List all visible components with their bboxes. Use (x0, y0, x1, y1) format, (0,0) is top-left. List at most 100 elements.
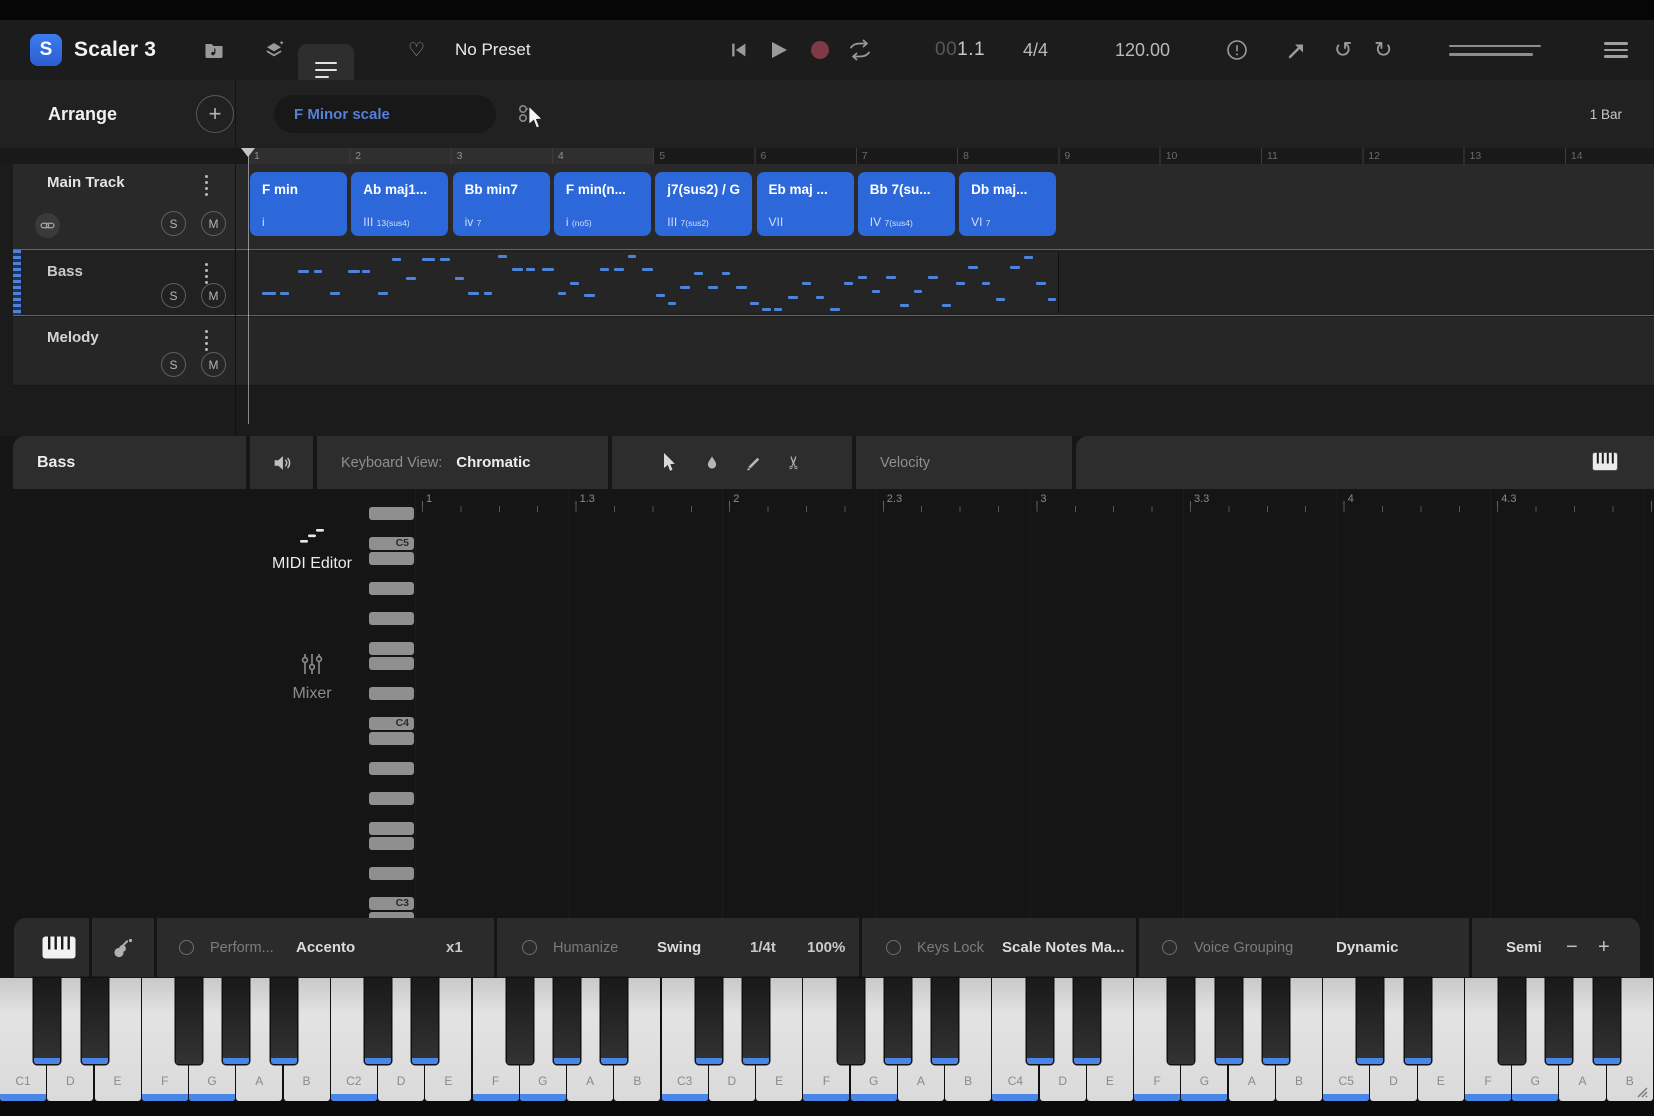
voice-grouping-toggle[interactable] (1162, 918, 1177, 977)
keys-lock-toggle[interactable] (886, 918, 901, 977)
share-button[interactable] (1287, 20, 1307, 80)
roll-white-key[interactable] (369, 821, 414, 836)
roll-black-key[interactable] (369, 626, 414, 641)
black-key[interactable] (365, 978, 391, 1064)
playback-position[interactable]: 001.1 (935, 20, 985, 80)
info-button[interactable] (1226, 20, 1248, 80)
roll-black-key[interactable] (369, 806, 414, 821)
midi-editor-grid[interactable] (415, 489, 1654, 918)
eraser-tool-icon[interactable] (703, 453, 721, 473)
black-key[interactable] (223, 978, 249, 1064)
roll-black-key[interactable] (369, 521, 414, 536)
track-menu-button[interactable] (205, 263, 208, 284)
black-key[interactable] (1594, 978, 1620, 1064)
roll-white-key[interactable] (369, 686, 414, 701)
mute-button[interactable]: M (201, 283, 226, 308)
black-key[interactable] (1357, 978, 1383, 1064)
bar-length-selector[interactable]: 1 Bar (1590, 80, 1622, 148)
scissors-tool-icon[interactable]: ✂ (785, 455, 806, 470)
playhead-marker[interactable] (241, 148, 255, 157)
keyboard-view-selector[interactable]: Keyboard View: Chromatic (317, 436, 608, 489)
perform-toggle[interactable] (179, 918, 194, 977)
keyboard-toggle-button[interactable] (1592, 452, 1618, 471)
roll-white-key[interactable] (369, 641, 414, 656)
roll-white-key[interactable] (369, 656, 414, 671)
roll-white-key[interactable] (369, 911, 414, 918)
chord-block[interactable]: Eb maj ...VII (757, 172, 854, 236)
loop-button[interactable] (847, 20, 873, 80)
chord-block[interactable]: Bb min7iv 7 (453, 172, 550, 236)
roll-black-key[interactable] (369, 701, 414, 716)
black-key[interactable] (176, 978, 202, 1064)
pencil-tool-icon[interactable] (745, 453, 763, 473)
black-key[interactable] (885, 978, 911, 1064)
tempo-display[interactable]: 120.00 (1115, 20, 1170, 80)
semi-decrease-button[interactable]: − (1566, 918, 1578, 977)
humanize-rate[interactable]: 1/4t (750, 918, 776, 977)
chord-block[interactable]: F min(n...i (no5) (554, 172, 651, 236)
humanize-toggle[interactable] (522, 918, 537, 977)
black-key[interactable] (271, 978, 297, 1064)
redo-button[interactable]: ↻ (1374, 20, 1392, 80)
velocity-section[interactable]: Velocity (856, 436, 1072, 489)
roll-white-key[interactable]: C4 (369, 716, 414, 731)
undo-button[interactable]: ↺ (1334, 20, 1352, 80)
roll-white-key[interactable] (369, 611, 414, 626)
roll-white-key[interactable]: C3 (369, 896, 414, 911)
skip-back-button[interactable] (729, 20, 749, 80)
sidebar-item-mixer[interactable]: Mixer (232, 653, 392, 703)
layers-button[interactable] (262, 20, 286, 80)
browser-button[interactable] (203, 20, 225, 80)
record-button[interactable] (810, 20, 830, 80)
perform-multiplier[interactable]: x1 (446, 918, 463, 977)
roll-black-key[interactable] (369, 596, 414, 611)
black-key[interactable] (34, 978, 60, 1064)
chord-block[interactable]: Ab maj1...III 13(sus4) (351, 172, 448, 236)
voice-grouping-value[interactable]: Dynamic (1336, 918, 1399, 977)
roll-black-key[interactable] (369, 746, 414, 761)
guitar-mode-button[interactable] (92, 918, 154, 977)
roll-white-key[interactable] (369, 866, 414, 881)
chord-block[interactable]: j7(sus2) / GIII 7(sus2) (655, 172, 752, 236)
solo-button[interactable]: S (161, 211, 186, 236)
black-key[interactable] (743, 978, 769, 1064)
roll-black-key[interactable] (369, 881, 414, 896)
humanize-value[interactable]: Swing (657, 918, 701, 977)
pointer-tool-icon[interactable] (661, 453, 679, 473)
solo-button[interactable]: S (161, 352, 186, 377)
favorite-button[interactable]: ♡ (408, 20, 425, 80)
roll-white-key[interactable] (369, 836, 414, 851)
black-key[interactable] (1546, 978, 1572, 1064)
preview-sound-button[interactable] (250, 436, 313, 489)
roll-white-key[interactable]: C5 (369, 536, 414, 551)
piano-roll-keys[interactable]: C5 C4 C3 (369, 506, 414, 918)
keys-lock-value[interactable]: Scale Notes Ma... (1002, 918, 1125, 977)
perform-value[interactable]: Accento (296, 918, 355, 977)
mute-button[interactable]: M (201, 211, 226, 236)
roll-black-key[interactable] (369, 851, 414, 866)
black-key[interactable] (696, 978, 722, 1064)
bass-midi-clip[interactable] (250, 252, 1059, 313)
keyboard-panel-button[interactable] (28, 918, 89, 977)
roll-white-key[interactable] (369, 506, 414, 521)
main-menu-button[interactable] (1604, 20, 1628, 80)
black-key[interactable] (554, 978, 580, 1064)
track-menu-button[interactable] (205, 330, 208, 351)
mute-button[interactable]: M (201, 352, 226, 377)
resize-handle[interactable] (1632, 1082, 1648, 1098)
black-key[interactable] (838, 978, 864, 1064)
humanize-amount[interactable]: 100% (807, 918, 845, 977)
black-key[interactable] (507, 978, 533, 1064)
roll-white-key[interactable] (369, 761, 414, 776)
track-row-melody[interactable]: Melody S M (13, 317, 1654, 386)
scale-selector[interactable]: F Minor scale (274, 95, 496, 133)
chord-block[interactable]: F mini (250, 172, 347, 236)
black-key[interactable] (1263, 978, 1289, 1064)
roll-white-key[interactable] (369, 581, 414, 596)
roll-white-key[interactable] (369, 791, 414, 806)
time-signature[interactable]: 4/4 (1023, 20, 1048, 80)
semi-increase-button[interactable]: + (1598, 918, 1610, 977)
black-key[interactable] (1216, 978, 1242, 1064)
black-key[interactable] (1074, 978, 1100, 1064)
sidebar-item-midi-editor[interactable]: MIDI Editor (232, 527, 392, 573)
